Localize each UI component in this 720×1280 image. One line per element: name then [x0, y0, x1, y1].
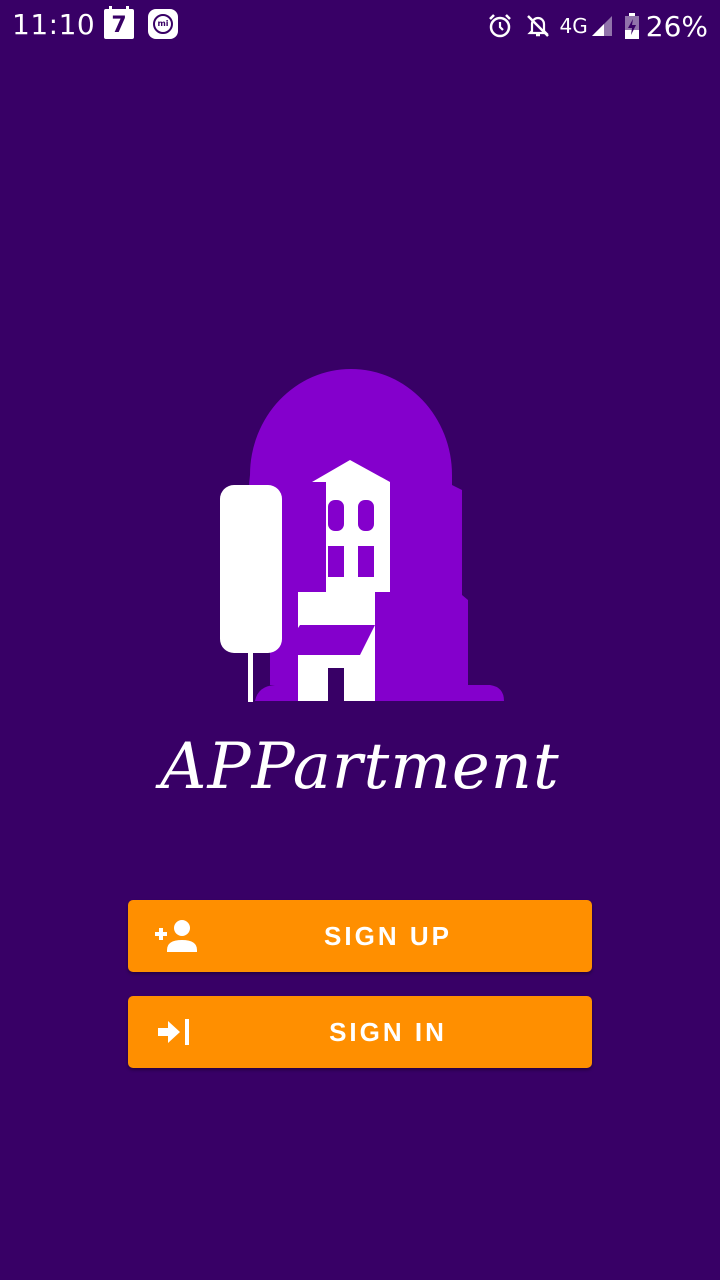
signal-icon: [590, 14, 614, 38]
battery-charging-icon: [624, 12, 640, 40]
network-type: 4G: [559, 14, 588, 38]
logo-tree-crown: [220, 485, 282, 653]
apartment-logo: [220, 368, 504, 702]
alarm-icon: [486, 12, 514, 40]
calendar-icon: 7: [104, 6, 134, 39]
sign-in-button[interactable]: SIGN IN: [128, 996, 592, 1068]
status-bar: 11:10 7 4G: [0, 0, 720, 52]
sign-up-label: SIGN UP: [324, 921, 452, 951]
battery-percent: 26%: [645, 9, 708, 43]
app-title: APPartment: [160, 730, 560, 804]
sign-up-button[interactable]: SIGN UP: [128, 900, 592, 972]
notifications-off-icon: [524, 12, 552, 40]
mi-app-icon: [148, 9, 178, 39]
status-time: 11:10: [12, 8, 96, 41]
sign-in-label: SIGN IN: [329, 1017, 447, 1047]
status-right-group: 4G 26%: [476, 6, 708, 46]
welcome-screen: 11:10 7 4G: [0, 0, 720, 1280]
